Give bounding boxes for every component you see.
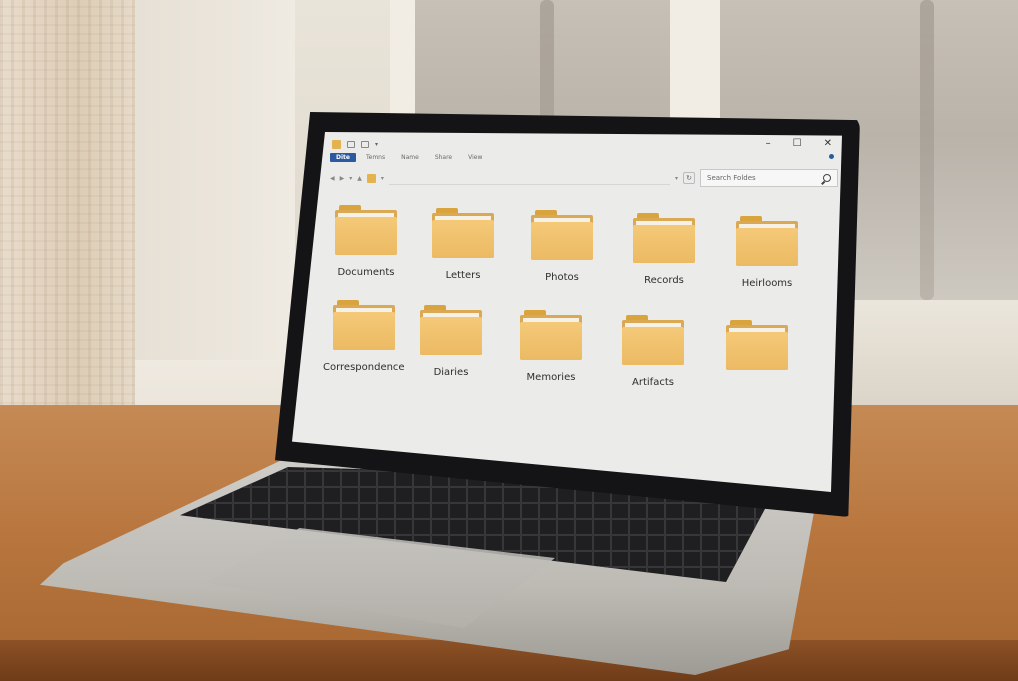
folder-item[interactable]: Heirlooms: [736, 216, 798, 289]
folder-label: Letters: [445, 270, 481, 281]
address-bar: ◀ ▶ ▾ ▲ ▾ ▾ ↻ Search Foldes: [330, 167, 838, 189]
folder-label: Documents: [337, 267, 395, 278]
folder-item[interactable]: Records: [633, 213, 695, 286]
back-icon[interactable]: ◀: [330, 175, 335, 182]
folder-label: Photos: [545, 272, 579, 283]
folder-icon: [531, 210, 593, 260]
up-icon[interactable]: ▲: [357, 175, 362, 182]
maximize-button[interactable]: ☐: [793, 139, 802, 149]
window-controls: – ☐ ✕: [766, 139, 840, 149]
properties-icon[interactable]: [347, 140, 355, 148]
folder-label: Artifacts: [632, 377, 674, 388]
folder-label: Records: [644, 275, 684, 286]
folder-item[interactable]: Photos: [531, 210, 593, 283]
chevron-down-icon[interactable]: ▾: [381, 175, 384, 182]
tab-name[interactable]: Name: [395, 153, 425, 162]
wall: [135, 0, 295, 380]
folder-icon: [736, 216, 798, 266]
folder-icon: [520, 310, 582, 360]
search-icon[interactable]: [823, 174, 831, 182]
folder-item[interactable]: Letters: [432, 208, 494, 281]
folder-label: Correspondence: [323, 362, 405, 373]
folder-icon: [420, 305, 482, 355]
folder-icon: [432, 208, 494, 258]
forward-icon[interactable]: ▶: [340, 175, 345, 182]
folder-icon: [332, 300, 395, 350]
recent-icon[interactable]: ▾: [349, 175, 352, 182]
search-input[interactable]: Search Foldes: [700, 169, 838, 187]
folder-icon: [633, 213, 695, 263]
address-dropdown-icon[interactable]: ▾: [675, 175, 678, 182]
folder-item[interactable]: Diaries: [420, 305, 482, 378]
address-field[interactable]: [388, 171, 670, 185]
folder-icon: [726, 320, 788, 370]
tab-share[interactable]: Share: [429, 153, 458, 162]
curtain: [0, 0, 135, 440]
new-folder-icon[interactable]: [361, 140, 369, 148]
tab-home[interactable]: Temns: [360, 153, 391, 162]
folder-item[interactable]: [726, 320, 788, 382]
folder-label: Memories: [526, 372, 576, 383]
quick-access-toolbar: ▾: [332, 139, 378, 149]
folder-label: Heirlooms: [741, 278, 793, 289]
folder-item[interactable]: Documents: [335, 205, 397, 278]
help-icon[interactable]: [829, 154, 834, 159]
tab-view[interactable]: View: [462, 153, 488, 162]
folder-item[interactable]: Memories: [520, 310, 582, 383]
window-ledge: [830, 300, 1018, 420]
tree-trunk: [920, 0, 934, 300]
folder-icon: [332, 139, 341, 149]
minimize-button[interactable]: –: [766, 139, 771, 149]
chevron-down-icon[interactable]: ▾: [375, 141, 378, 148]
folder-item[interactable]: Artifacts: [622, 315, 684, 388]
search-placeholder: Search Foldes: [707, 174, 756, 182]
ribbon-tabs: Dite Temns Name Share View: [330, 150, 840, 164]
folder-item[interactable]: Correspondence: [323, 300, 405, 373]
tab-file[interactable]: Dite: [330, 152, 356, 162]
folder-icon: [335, 205, 397, 255]
folder-icon: [622, 315, 684, 365]
folder-label: Diaries: [433, 367, 469, 378]
refresh-icon[interactable]: ↻: [683, 172, 695, 184]
folder-icon: [366, 173, 376, 183]
close-button[interactable]: ✕: [824, 139, 832, 149]
